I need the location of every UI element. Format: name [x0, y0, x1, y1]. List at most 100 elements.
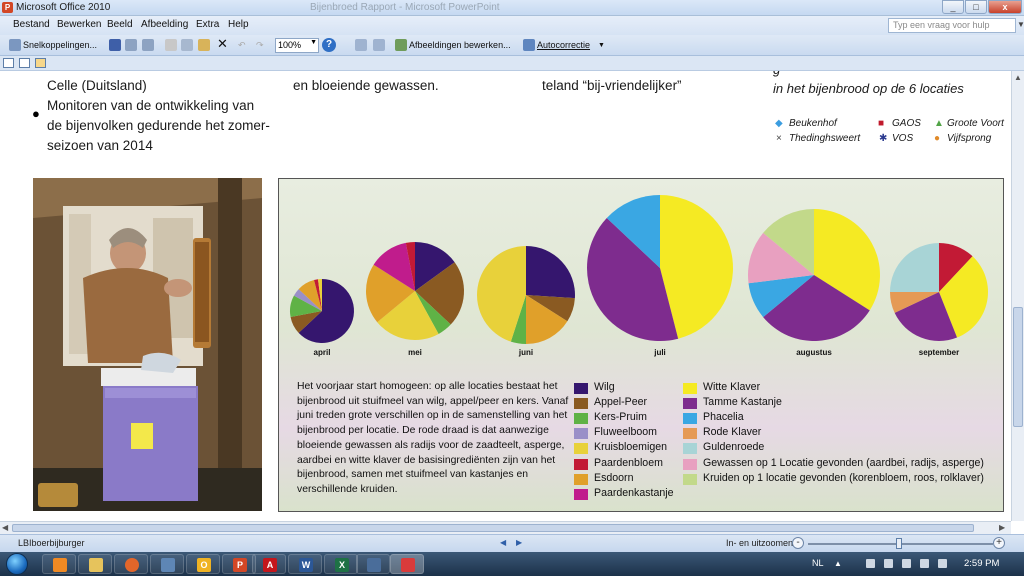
rotate-left-icon[interactable] [355, 39, 367, 51]
copy-icon[interactable] [181, 39, 193, 51]
pie-month-label: juni [518, 348, 533, 357]
legend-label: Kers-Pruim [594, 411, 647, 424]
language-indicator[interactable]: NL [812, 558, 824, 568]
shortcuts-button[interactable]: Snelkoppelingen... [23, 38, 97, 53]
legend-label: Gewassen op 1 Locatie gevonden (aardbei,… [703, 456, 984, 469]
menu-help[interactable]: Help [228, 19, 249, 30]
start-button[interactable] [6, 553, 28, 575]
print-preview-icon[interactable] [125, 39, 137, 51]
status-file-name: LBIboerbijburger [18, 538, 85, 548]
chart-description: Het voorjaar start homogeen: op alle loc… [297, 381, 569, 495]
taskbar-network[interactable] [150, 554, 184, 574]
taskbar-word[interactable]: W [288, 554, 322, 574]
scroll-left-icon[interactable]: ◀ [2, 523, 8, 532]
firefox-icon [125, 558, 139, 572]
clock[interactable]: 2:59 PM [964, 558, 999, 569]
print-icon[interactable] [142, 39, 154, 51]
network-icon [161, 558, 175, 572]
help-dropdown-icon[interactable]: ▼ [1017, 20, 1024, 29]
autocorrect-icon [523, 39, 535, 51]
slide-canvas[interactable]: Celle (Duitsland) ● Monitoren van de ont… [0, 71, 1011, 521]
horizontal-scroll-thumb[interactable] [12, 524, 974, 532]
zoom-select[interactable]: 100% ▼ [275, 38, 319, 53]
toolbar-overflow-icon[interactable]: ▼ [598, 38, 605, 53]
media-player-icon [53, 558, 67, 572]
help-icon[interactable]: ? [322, 38, 336, 52]
horizontal-scrollbar[interactable]: ◀ ▶ [0, 521, 1011, 534]
close-button[interactable]: x [988, 0, 1022, 14]
shortcuts-icon [9, 39, 21, 51]
taskbar-acrobat[interactable]: A [252, 554, 286, 574]
minimize-button[interactable]: _ [942, 0, 964, 14]
outline-view-icon[interactable] [19, 58, 30, 68]
zoom-value: 100% [278, 40, 302, 50]
volume-icon[interactable] [902, 559, 911, 568]
title-bar: P Microsoft Office 2010 Bijenbroed Rappo… [0, 0, 1024, 16]
location-symbol: ✱ [879, 133, 888, 144]
zoom-in-button[interactable]: + [993, 537, 1005, 549]
taskbar: O P A W X NL ▲ 2:59 PM [0, 552, 1024, 576]
taskbar-outlook[interactable]: O [186, 554, 220, 574]
taskbar-office-active[interactable] [390, 554, 424, 574]
office-app-icon[interactable]: P [2, 2, 13, 13]
tray-expand-icon[interactable]: ▲ [834, 559, 842, 568]
cut-icon[interactable] [165, 39, 177, 51]
undo-icon[interactable]: ↶ [238, 38, 246, 53]
delete-icon[interactable]: ✕ [217, 36, 228, 51]
legend-label: Fluweelboom [594, 426, 658, 439]
location-label: Groote Voort [947, 118, 1004, 129]
rotate-right-icon[interactable] [373, 39, 385, 51]
edit-images-button[interactable]: Afbeeldingen bewerken... [409, 38, 511, 53]
scroll-right-icon[interactable]: ▶ [999, 523, 1005, 532]
taskbar-media-player[interactable] [42, 554, 76, 574]
signal-icon[interactable] [920, 559, 929, 568]
legend-swatch [574, 443, 588, 455]
flag-icon[interactable] [866, 559, 875, 568]
chevron-down-icon: ▼ [310, 39, 317, 46]
legend-label: Paardenkastanje [594, 486, 674, 499]
column4-heading: in het bijenbrood op de 6 locaties [773, 81, 964, 96]
scroll-up-icon[interactable]: ▲ [1014, 73, 1022, 82]
help-search-input[interactable]: Typ een vraag voor hulp [888, 18, 1016, 33]
legend-label: Rode Klaver [703, 426, 762, 439]
location-label: Thedinghsweert [789, 133, 861, 144]
bullet-icon: ● [32, 106, 40, 121]
legend-swatch [683, 413, 697, 425]
status-bar: LBIboerbijburger ◀ ▶ In- en uitzoomen: -… [0, 534, 1024, 552]
legend-swatch [683, 398, 697, 410]
menu-bewerken[interactable]: Bewerken [57, 19, 101, 30]
normal-view-icon[interactable] [3, 58, 14, 68]
previous-slide-icon[interactable]: ◀ [500, 538, 506, 547]
vertical-scrollbar[interactable]: ▲ [1011, 71, 1024, 521]
legend-swatch [574, 398, 588, 410]
save-icon[interactable] [109, 39, 121, 51]
next-slide-icon[interactable]: ▶ [516, 538, 522, 547]
paste-icon[interactable] [198, 39, 210, 51]
legend-swatch [683, 428, 697, 440]
zoom-label: In- en uitzoomen: [726, 538, 796, 548]
legend-swatch [574, 473, 588, 485]
view-bar [0, 56, 1024, 71]
taskbar-explorer[interactable] [78, 554, 112, 574]
taskbar-tool[interactable] [356, 554, 390, 574]
power-icon[interactable] [884, 559, 893, 568]
legend-swatch [574, 428, 588, 440]
menu-bestand[interactable]: Bestand [13, 19, 50, 30]
network-tray-icon[interactable] [938, 559, 947, 568]
acrobat-icon: A [263, 558, 277, 572]
maximize-button[interactable]: □ [965, 0, 987, 14]
zoom-slider-handle[interactable] [896, 538, 902, 549]
vertical-scroll-thumb[interactable] [1013, 307, 1023, 427]
menu-extra[interactable]: Extra [196, 19, 219, 30]
taskbar-excel[interactable]: X [324, 554, 358, 574]
zoom-out-button[interactable]: - [792, 537, 804, 549]
office-icon [401, 558, 415, 572]
redo-icon[interactable]: ↷ [256, 38, 264, 53]
system-tray: NL ▲ 2:59 PM [806, 552, 1024, 576]
taskbar-firefox[interactable] [114, 554, 148, 574]
autocorrect-button[interactable]: Autocorrectie [537, 38, 590, 53]
taskbar-powerpoint[interactable]: P [222, 554, 256, 574]
menu-afbeelding[interactable]: Afbeelding [141, 19, 188, 30]
slide-sorter-view-icon[interactable] [35, 58, 46, 68]
menu-beeld[interactable]: Beeld [107, 19, 133, 30]
